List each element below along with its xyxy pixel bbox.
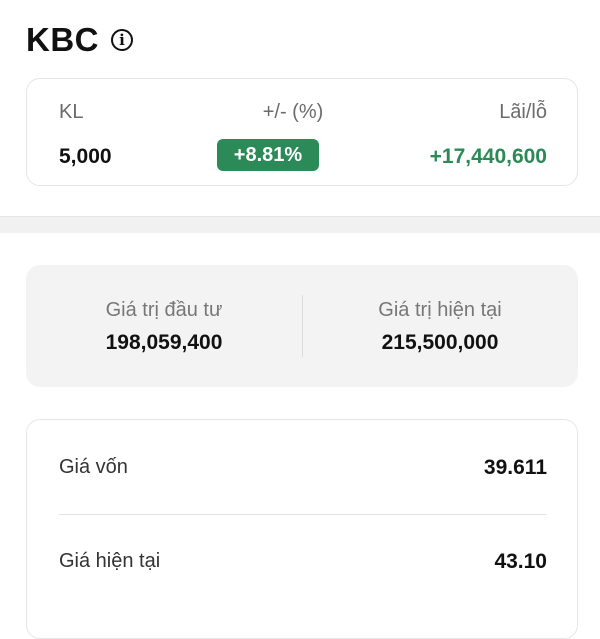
current-value-column: Giá trị hiện tại 215,500,000 — [302, 265, 578, 387]
invest-value: 198,059,400 — [105, 331, 223, 354]
kl-label: KL — [59, 101, 84, 123]
current-value: 215,500,000 — [381, 331, 499, 354]
cost-price-value: 39.611 — [483, 456, 547, 479]
current-price-label: Giá hiện tại — [59, 550, 161, 572]
header: KBC i — [26, 18, 133, 62]
summary-card: KL +/- (%) Lãi/lỗ 5,000 +8.81% +17,440,6… — [26, 78, 578, 186]
invest-value-label: Giá trị đầu tư — [105, 299, 223, 321]
ticker-title: KBC — [26, 21, 99, 58]
cost-price-label: Giá vốn — [59, 456, 128, 478]
value-card: Giá trị đầu tư 198,059,400 Giá trị hiện … — [26, 265, 578, 387]
kl-value: 5,000 — [59, 145, 112, 168]
info-icon[interactable]: i — [111, 29, 133, 51]
price-card: Giá vốn 39.611 Giá hiện tại 43.10 — [26, 419, 578, 639]
row-divider — [59, 514, 547, 515]
profit-loss-label: Lãi/lỗ — [499, 101, 547, 123]
invest-value-column: Giá trị đầu tư 198,059,400 — [26, 265, 302, 387]
profit-loss-value: +17,440,600 — [429, 145, 547, 168]
current-value-label: Giá trị hiện tại — [378, 299, 502, 321]
current-price-value: 43.10 — [494, 550, 547, 573]
section-divider — [0, 216, 600, 233]
change-badge: +8.81% — [217, 139, 319, 171]
cost-price-row: Giá vốn 39.611 — [59, 456, 547, 496]
current-price-row: Giá hiện tại 43.10 — [59, 550, 547, 590]
change-label: +/- (%) — [262, 101, 324, 123]
